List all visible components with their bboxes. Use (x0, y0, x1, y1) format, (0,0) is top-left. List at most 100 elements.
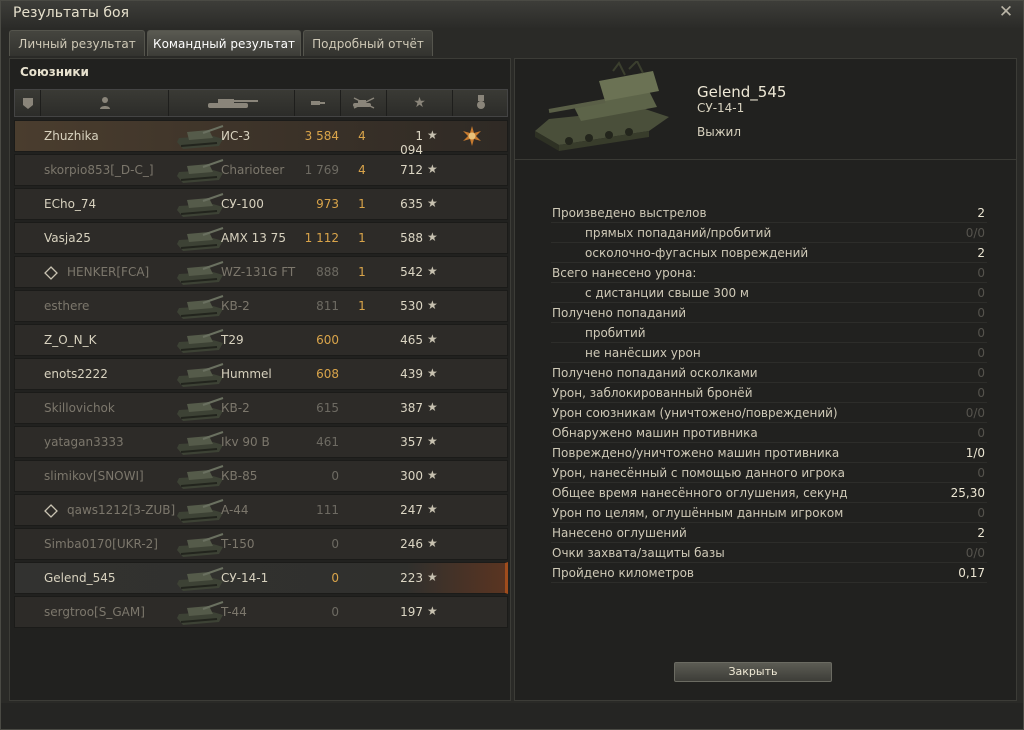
table-row[interactable]: Zhuzhika ИС-3 3 584 4 1 094 ★ (14, 120, 508, 157)
medal-icon[interactable] (461, 125, 483, 147)
damage-value: 615 (316, 401, 339, 415)
player-icon[interactable] (41, 90, 169, 116)
table-row[interactable]: slimikov[SNOWI] КВ-85 0 300 ★ (14, 460, 508, 492)
close-button[interactable]: Закрыть (674, 662, 832, 682)
player-status: Выжил (697, 125, 741, 139)
stat-row: Обнаружено машин противника 0 (551, 423, 987, 443)
tank-name: КВ-2 (221, 401, 250, 415)
tank-name: AMX 13 75 (221, 231, 286, 245)
xp-value: 712 (400, 163, 423, 177)
tab-detailed[interactable]: Подробный отчёт (303, 30, 433, 56)
stat-value: 0/0 (965, 226, 985, 240)
stat-label: с дистанции свыше 300 м (585, 286, 749, 300)
stat-row: Общее время нанесённого оглушения, секун… (551, 483, 987, 503)
xp-star-icon: ★ (427, 264, 438, 278)
tank-icon (177, 567, 224, 591)
player-name: Gelend_545 (697, 83, 787, 101)
stat-label: Получено попаданий (552, 306, 687, 320)
table-row[interactable]: sergtroo[S_GAM] T-44 0 197 ★ (14, 596, 508, 628)
table-row[interactable]: Gelend_545 СУ-14-1 0 223 ★ (14, 562, 508, 594)
stat-row: осколочно-фугасных повреждений 2 (551, 243, 987, 263)
xp-star-icon: ★ (427, 298, 438, 312)
tank-name: T29 (221, 333, 244, 347)
damage-icon[interactable] (295, 90, 341, 116)
team-panel: Союзники ★ Zhuzhika ИС-3 3 584 4 1 094 ★… (9, 58, 511, 701)
player-name: enots2222 (44, 367, 108, 381)
stat-label: Урон, заблокированный бронёй (552, 386, 753, 400)
table-row[interactable]: qaws1212[3-ZUB] A-44 111 247 ★ (14, 494, 508, 526)
xp-value: 247 (400, 503, 423, 517)
player-name: Zhuzhika (44, 129, 99, 143)
bottom-bar (1, 703, 1023, 729)
xp-star-icon: ★ (427, 570, 438, 584)
xp-value: 439 (400, 367, 423, 381)
xp-star-icon: ★ (427, 128, 438, 142)
table-row[interactable]: skorpio853[_D-C_] Charioteer 1 769 4 712 ★ (14, 154, 508, 186)
tank-name: Ikv 90 B (221, 435, 270, 449)
stat-label: прямых попаданий/пробитий (585, 226, 772, 240)
table-row[interactable]: esthere КВ-2 811 1 530 ★ (14, 290, 508, 322)
kills-icon[interactable] (341, 90, 387, 116)
table-row[interactable]: yatagan3333 Ikv 90 B 461 357 ★ (14, 426, 508, 458)
player-name: Gelend_545 (44, 571, 116, 585)
kills-value: 1 (358, 231, 366, 245)
stat-row: Получено попаданий осколками 0 (551, 363, 987, 383)
player-name: ECho_74 (44, 197, 97, 211)
tank-name: КВ-2 (221, 299, 250, 313)
xp-value: 588 (400, 231, 423, 245)
xp-star-icon[interactable]: ★ (387, 90, 453, 116)
tank-name: Charioteer (221, 163, 285, 177)
player-name: slimikov[SNOWI] (44, 469, 144, 483)
table-row[interactable]: Skillovichok КВ-2 615 387 ★ (14, 392, 508, 424)
player-name: yatagan3333 (44, 435, 124, 449)
rank-icon[interactable] (15, 90, 41, 116)
xp-value: 635 (400, 197, 423, 211)
stat-label: Очки захвата/защиты базы (552, 546, 725, 560)
stat-label: Повреждено/уничтожено машин противника (552, 446, 840, 460)
stat-value: 1/0 (965, 446, 985, 460)
damage-value: 0 (331, 469, 339, 483)
table-row[interactable]: Vasja25 AMX 13 75 1 112 1 588 ★ (14, 222, 508, 254)
team-title: Союзники (20, 65, 89, 79)
tank-icon[interactable] (169, 90, 295, 116)
tank-icon (177, 227, 224, 251)
squad-icon (44, 266, 58, 280)
stat-value: 0 (977, 346, 985, 360)
stat-label: Урон союзникам (уничтожено/повреждений) (552, 406, 838, 420)
xp-star-icon: ★ (427, 400, 438, 414)
stat-value: 0 (977, 386, 985, 400)
xp-star-icon: ★ (427, 434, 438, 448)
table-row[interactable]: enots2222 Hummel 608 439 ★ (14, 358, 508, 390)
damage-value: 600 (316, 333, 339, 347)
tank-icon (177, 159, 224, 183)
tank-icon (177, 363, 224, 387)
stat-row: Урон, нанесённый с помощью данного игрок… (551, 463, 987, 483)
close-icon[interactable]: ✕ (997, 3, 1015, 21)
stat-value: 0,17 (958, 566, 985, 580)
xp-value: 223 (400, 571, 423, 585)
stat-label: Получено попаданий осколками (552, 366, 758, 380)
tab-team[interactable]: Командный результат (147, 30, 301, 56)
table-row[interactable]: Z_O_N_K T29 600 465 ★ (14, 324, 508, 356)
damage-value: 3 584 (304, 129, 339, 143)
table-row[interactable]: Simba0170[UKR-2] T-150 0 246 ★ (14, 528, 508, 560)
damage-value: 111 (316, 503, 339, 517)
player-detail-panel: Gelend_545 СУ-14-1 Выжил Произведено выс… (514, 58, 1017, 701)
stat-value: 0/0 (965, 546, 985, 560)
medal-icon[interactable] (453, 90, 509, 116)
xp-star-icon: ★ (427, 468, 438, 482)
tank-icon (177, 499, 224, 523)
stat-row: Урон, заблокированный бронёй 0 (551, 383, 987, 403)
table-row[interactable]: HENKER[FCA] WZ-131G FT 888 1 542 ★ (14, 256, 508, 288)
xp-value: 542 (400, 265, 423, 279)
tank-icon (177, 465, 224, 489)
stat-row: Урон союзникам (уничтожено/повреждений) 0… (551, 403, 987, 423)
stat-value: 0 (977, 366, 985, 380)
damage-value: 973 (316, 197, 339, 211)
table-row[interactable]: ECho_74 СУ-100 973 1 635 ★ (14, 188, 508, 220)
tab-personal[interactable]: Личный результат (9, 30, 145, 56)
damage-value: 608 (316, 367, 339, 381)
xp-value: 300 (400, 469, 423, 483)
player-name: qaws1212[3-ZUB] (67, 503, 176, 517)
xp-star-icon: ★ (427, 162, 438, 176)
